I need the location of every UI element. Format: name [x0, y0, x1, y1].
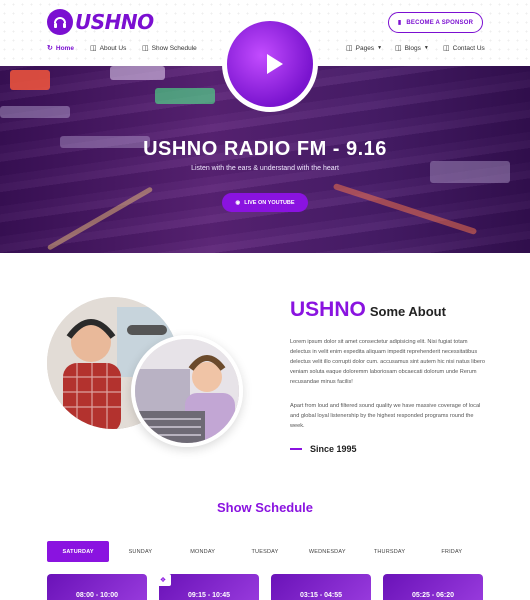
- become-sponsor-button[interactable]: ▮ BECOME A SPONSOR: [388, 12, 483, 33]
- nav-about-label: About Us: [99, 44, 127, 52]
- tab-saturday[interactable]: SATURDAY: [47, 541, 110, 562]
- headphones-icon: ◫: [90, 45, 97, 52]
- chevron-down-icon: ▼: [423, 45, 429, 51]
- radio-waves-icon: ❖: [155, 574, 171, 586]
- tab-sunday[interactable]: SUNDAY: [109, 541, 171, 562]
- since-label: Since 1995: [290, 444, 357, 454]
- tab-wednesday[interactable]: WEDNESDAY: [296, 541, 358, 562]
- mixer-light: [332, 182, 478, 236]
- nav-blogs[interactable]: ◫ Blogs ▼: [395, 44, 429, 53]
- nav-home[interactable]: ↻ Home: [47, 44, 74, 53]
- schedule-card-time: 05:25 - 06:20: [411, 592, 455, 599]
- tab-thursday[interactable]: THURSDAY: [358, 541, 420, 562]
- schedule-day-tabs: SATURDAY SUNDAY MONDAY TUESDAY WEDNESDAY…: [47, 541, 483, 562]
- nav-schedule-label: Show Schedule: [151, 44, 197, 52]
- hero-title: USHNO RADIO FM - 9.16: [143, 138, 387, 160]
- about-paragraph-1: Lorem ipsum dolor sit amet consectetur a…: [290, 339, 485, 385]
- nav-contact[interactable]: ◫ Contact Us: [443, 44, 485, 53]
- headphones-icon: ◫: [395, 45, 402, 52]
- play-icon: [267, 54, 283, 74]
- schedule-card[interactable]: 09:15 - 10:45: [159, 574, 259, 600]
- logo-text: USHNO: [75, 10, 154, 34]
- nav-schedule[interactable]: ◫ Show Schedule: [142, 44, 197, 53]
- play-button[interactable]: [222, 16, 318, 112]
- headphones-icon: ◫: [142, 45, 149, 52]
- mixer-light: [46, 186, 154, 251]
- hero-subtitle: Listen with the ears & understand with t…: [191, 165, 339, 172]
- nav-contact-label: Contact Us: [452, 44, 485, 52]
- mixer-light: [155, 88, 215, 104]
- about-heading-brand: USHNO: [290, 298, 366, 321]
- tab-friday[interactable]: FRIDAY: [421, 541, 483, 562]
- about-photo-studio: [131, 335, 243, 447]
- headphones-icon: [47, 9, 73, 35]
- chevron-down-icon: ▼: [377, 45, 383, 51]
- schedule-heading: Show Schedule: [216, 500, 314, 515]
- schedule-card-time: 03:15 - 04:55: [299, 592, 343, 599]
- schedule-card-time: 09:15 - 10:45: [187, 592, 231, 599]
- live-on-youtube-label: LIVE ON YOUTUBE: [244, 199, 295, 206]
- nav-about[interactable]: ◫ About Us: [90, 44, 127, 53]
- logo[interactable]: USHNO: [47, 9, 154, 35]
- live-on-youtube-button[interactable]: ◉ LIVE ON YOUTUBE: [222, 193, 308, 212]
- tab-monday[interactable]: MONDAY: [172, 541, 234, 562]
- headphones-icon: ◫: [443, 45, 450, 52]
- mixer-light: [10, 70, 50, 90]
- eye-icon: ◉: [235, 199, 241, 206]
- nav-home-label: Home: [55, 44, 74, 52]
- schedule-card-time: 08:00 - 10:00: [75, 592, 119, 599]
- become-sponsor-label: BECOME A SPONSOR: [406, 19, 474, 26]
- headphones-icon: ◫: [346, 45, 353, 52]
- nav-blogs-label: Blogs: [404, 44, 421, 52]
- mixer-light: [0, 106, 70, 118]
- schedule-card[interactable]: 08:00 - 10:00: [47, 574, 147, 600]
- schedule-cards: 08:00 - 10:00 09:15 - 10:45 03:15 - 04:5…: [47, 574, 483, 600]
- about-heading: USHNO Some About: [290, 298, 446, 322]
- schedule-card[interactable]: 05:25 - 06:20: [383, 574, 483, 600]
- nav-pages[interactable]: ◫ Pages ▼: [346, 44, 383, 53]
- refresh-icon: ↻: [47, 45, 53, 52]
- mixer-light: [110, 66, 165, 80]
- nav-pages-label: Pages: [355, 44, 375, 52]
- schedule-card[interactable]: 03:15 - 04:55: [271, 574, 371, 600]
- divider: [290, 448, 302, 450]
- about-paragraph-2: Apart from loud and filtered sound quali…: [290, 403, 481, 429]
- ticket-icon: ▮: [397, 20, 402, 26]
- tab-tuesday[interactable]: TUESDAY: [234, 541, 296, 562]
- since-text: Since 1995: [310, 444, 357, 454]
- about-heading-rest: Some About: [369, 304, 446, 319]
